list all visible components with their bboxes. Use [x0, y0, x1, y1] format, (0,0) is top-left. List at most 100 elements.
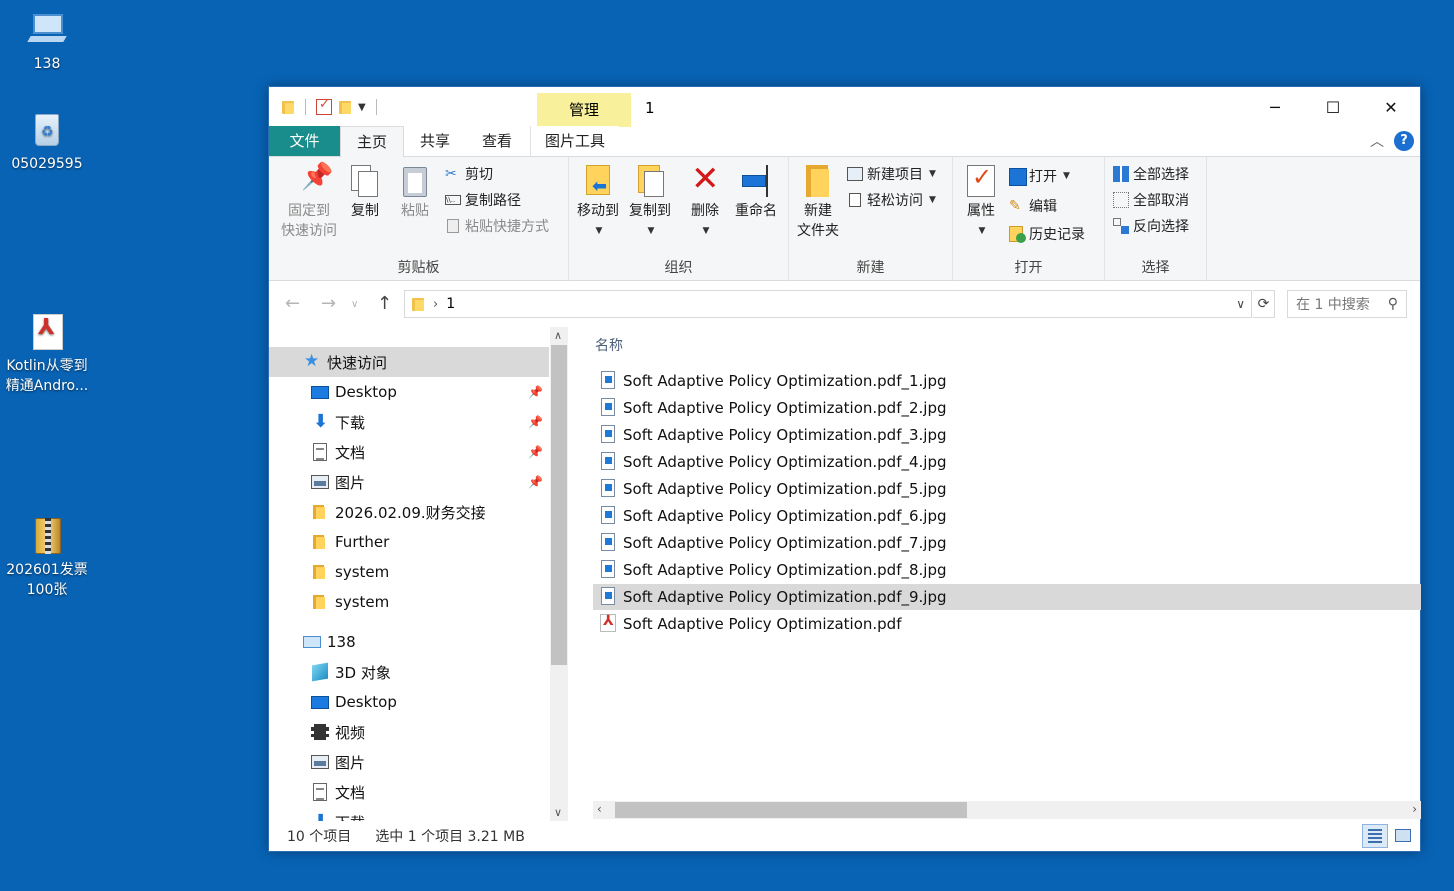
open-button[interactable]: 打开 ▼	[1009, 165, 1070, 187]
file-row[interactable]: Soft Adaptive Policy Optimization.pdf_7.…	[593, 530, 1421, 556]
rename-button[interactable]: 重命名	[731, 163, 781, 221]
properties-button[interactable]: ✓ 属性 ▼	[959, 163, 1003, 241]
paste-shortcut-button[interactable]: 粘贴快捷方式	[445, 215, 549, 237]
pdf-icon: ⅄	[27, 312, 67, 352]
address-bar[interactable]: › 1 ∨	[404, 290, 1252, 318]
recent-locations-icon[interactable]: ∨	[351, 299, 358, 310]
nav-this-pc[interactable]: 138	[269, 627, 549, 657]
help-icon[interactable]: ?	[1394, 131, 1414, 151]
copy-path-button[interactable]: \\.. 复制路径	[445, 189, 521, 211]
copy-to-button[interactable]: 复制到 ▼	[625, 163, 675, 241]
select-none-button[interactable]: 全部取消	[1113, 189, 1189, 211]
details-view-button[interactable]	[1362, 824, 1388, 848]
search-icon: ⚲	[1387, 296, 1398, 312]
scrollbar-thumb[interactable]	[615, 802, 967, 818]
pin-quick-access-button[interactable]: 📌 固定到 快速访问	[277, 163, 341, 241]
file-row[interactable]: Soft Adaptive Policy Optimization.pdf_5.…	[593, 476, 1421, 502]
copy-button[interactable]: 复制	[345, 163, 385, 221]
up-button[interactable]: ↑	[377, 293, 392, 314]
cut-button[interactable]: ✂ 剪切	[445, 163, 493, 185]
pdf-file-icon	[599, 613, 616, 634]
scroll-down-icon[interactable]: ∨	[554, 806, 562, 819]
refresh-button[interactable]: ⟳	[1253, 290, 1275, 318]
move-to-button[interactable]: ⬅ 移动到 ▼	[573, 163, 623, 241]
file-row-selected[interactable]: Soft Adaptive Policy Optimization.pdf_9.…	[593, 584, 1421, 610]
nav-item-label: 图片	[335, 753, 366, 772]
delete-button[interactable]: ✕ 删除 ▼	[685, 161, 725, 241]
back-button[interactable]: ←	[285, 293, 300, 314]
file-row[interactable]: Soft Adaptive Policy Optimization.pdf_6.…	[593, 503, 1421, 529]
file-row[interactable]: Soft Adaptive Policy Optimization.pdf_8.…	[593, 557, 1421, 583]
nav-item-downloads[interactable]: ⬇ 下载	[269, 807, 549, 822]
close-button[interactable]: ✕	[1362, 87, 1420, 127]
nav-item-folder[interactable]: system	[269, 587, 549, 617]
nav-item-documents[interactable]: 文档 📌	[269, 437, 549, 467]
scroll-left-icon[interactable]: ‹	[597, 802, 602, 816]
nav-item-documents[interactable]: 文档	[269, 777, 549, 807]
collapse-ribbon-icon[interactable]: ︿	[1370, 131, 1384, 151]
breadcrumb-current[interactable]: 1	[446, 296, 455, 312]
select-all-button[interactable]: 全部选择	[1113, 163, 1189, 185]
tab-file[interactable]: 文件	[269, 126, 340, 156]
group-new: 新建 文件夹 新建项目 ▼ 轻松访问 ▼ 新建	[789, 157, 953, 281]
image-file-icon	[599, 587, 615, 607]
new-item-button[interactable]: 新建项目 ▼	[847, 163, 936, 185]
desktop-icon-pdf[interactable]: ⅄ Kotlin从零到 精通Andro...	[0, 312, 94, 396]
scroll-right-icon[interactable]: ›	[1412, 802, 1417, 816]
search-input[interactable]: 在 1 中搜索 ⚲	[1287, 290, 1407, 318]
properties-icon[interactable]	[316, 97, 332, 115]
scroll-up-icon[interactable]: ∧	[554, 329, 562, 342]
maximize-button[interactable]: ☐	[1304, 87, 1362, 127]
tab-share[interactable]: 共享	[404, 126, 466, 156]
file-name: Soft Adaptive Policy Optimization.pdf_5.…	[623, 480, 947, 498]
customize-qat-icon[interactable]: ▼	[358, 102, 366, 113]
file-row[interactable]: Soft Adaptive Policy Optimization.pdf	[593, 611, 1421, 637]
file-row[interactable]: Soft Adaptive Policy Optimization.pdf_1.…	[593, 368, 1421, 394]
file-row[interactable]: Soft Adaptive Policy Optimization.pdf_4.…	[593, 449, 1421, 475]
large-icons-view-button[interactable]	[1390, 824, 1416, 848]
nav-quick-access[interactable]: ★ 快速访问	[269, 347, 549, 377]
easy-access-button[interactable]: 轻松访问 ▼	[847, 189, 936, 211]
forward-button[interactable]: →	[321, 293, 336, 314]
horizontal-scrollbar[interactable]: ‹ ›	[593, 801, 1421, 819]
copy-path-label: 复制路径	[465, 193, 521, 209]
history-button[interactable]: 历史记录	[1009, 223, 1085, 245]
file-row[interactable]: Soft Adaptive Policy Optimization.pdf_3.…	[593, 422, 1421, 448]
edit-button[interactable]: ✎ 编辑	[1009, 195, 1057, 217]
scrollbar-thumb[interactable]	[551, 345, 567, 665]
new-folder-icon[interactable]	[338, 100, 352, 114]
nav-item-label: Further	[335, 533, 390, 551]
breadcrumb-separator-icon[interactable]: ›	[433, 297, 438, 312]
nav-item-pictures[interactable]: 图片	[269, 747, 549, 777]
tab-view[interactable]: 查看	[466, 126, 528, 156]
new-folder-button[interactable]: 新建 文件夹	[793, 163, 843, 241]
file-list: 名称 Soft Adaptive Policy Optimization.pdf…	[569, 327, 1421, 821]
nav-pane-scrollbar[interactable]: ∧ ∨	[550, 327, 568, 821]
nav-item-desktop[interactable]: Desktop 📌	[269, 377, 549, 407]
tab-manage[interactable]: 管理	[537, 93, 631, 127]
address-history-icon[interactable]: ∨	[1236, 297, 1245, 311]
nav-item-desktop[interactable]: Desktop	[269, 687, 549, 717]
desktop-icon-computer[interactable]: 138	[0, 10, 94, 74]
desktop-icon-archive[interactable]: 202601发票 100张	[0, 516, 94, 600]
column-header-name[interactable]: 名称	[595, 335, 623, 355]
nav-item-videos[interactable]: 视频	[269, 717, 549, 747]
desktop-icon-recycle-bin[interactable]: ♻ 05029595	[0, 110, 94, 174]
navigation-bar: ← → ∨ ↑ › 1 ∨ ⟳ 在 1 中搜索 ⚲	[269, 287, 1420, 323]
tab-picture-tools[interactable]: 图片工具	[530, 126, 620, 156]
tab-home[interactable]: 主页	[340, 126, 405, 157]
nav-item-folder[interactable]: 2026.02.09.财务交接	[269, 497, 549, 527]
minimize-button[interactable]: ─	[1246, 87, 1304, 127]
nav-item-downloads[interactable]: ⬇ 下载 📌	[269, 407, 549, 437]
title-bar[interactable]: ▼ 管理 1 ─ ☐ ✕	[269, 87, 1420, 127]
nav-item-folder[interactable]: Further	[269, 527, 549, 557]
nav-item-3d-objects[interactable]: 3D 对象	[269, 657, 549, 687]
ribbon-tabs: 文件 主页 共享 查看 图片工具 ︿ ?	[269, 126, 1420, 157]
folder-icon	[311, 593, 329, 611]
nav-item-pictures[interactable]: 图片 📌	[269, 467, 549, 497]
image-file-icon	[599, 533, 615, 553]
paste-button[interactable]: 粘贴	[395, 163, 435, 221]
file-row[interactable]: Soft Adaptive Policy Optimization.pdf_2.…	[593, 395, 1421, 421]
nav-item-folder[interactable]: system	[269, 557, 549, 587]
invert-selection-button[interactable]: 反向选择	[1113, 215, 1189, 237]
